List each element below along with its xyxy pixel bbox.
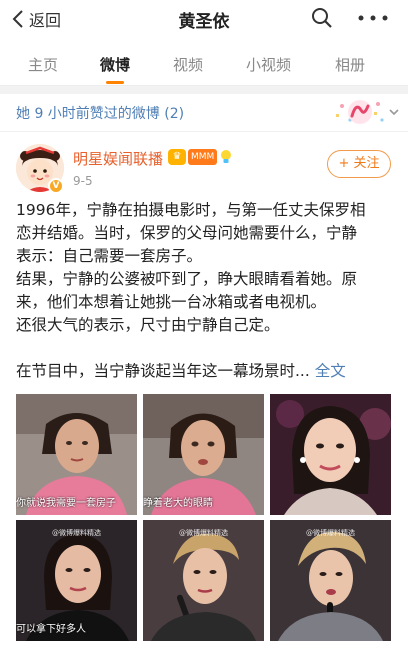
post-text-line: 在节目中，当宁静谈起当年这一幕场景时... 全文: [16, 360, 396, 383]
post-text-line: 来，他们本想着让她挑一台冰箱或者电视机。: [16, 293, 327, 311]
image-caption: 睁着老大的眼睛: [143, 498, 213, 509]
post-image-5[interactable]: @微博爆料精选: [143, 520, 264, 641]
author-name[interactable]: 明星娱闻联播: [73, 148, 163, 169]
liked-posts-bar[interactable]: 她 9 小时前赞过的微博 (2): [0, 94, 408, 132]
image-caption: 你就说我需要一套房子: [16, 498, 116, 509]
page-title: 黄圣依: [178, 12, 230, 32]
post-date: 9-5: [73, 174, 93, 188]
post-image-3[interactable]: [270, 394, 391, 515]
tab-video[interactable]: 视频: [173, 54, 203, 75]
post-text-line: 结果，宁静的公婆被吓到了，睁大眼睛看着她。原: [16, 270, 358, 288]
image-caption: 可以拿下好多人: [16, 624, 86, 635]
image-watermark: @微博爆料精选: [306, 529, 355, 537]
search-icon[interactable]: [311, 7, 333, 29]
post-image-2[interactable]: 睁着老大的眼睛: [143, 394, 264, 515]
liked-posts-label: 她 9 小时前赞过的微博 (2): [16, 106, 185, 122]
post-image-1[interactable]: 你就说我需要一套房子: [16, 394, 137, 515]
active-tab-indicator: [106, 81, 124, 84]
tab-short-video[interactable]: 小视频: [246, 54, 291, 75]
tab-home[interactable]: 主页: [28, 54, 58, 75]
tab-weibo[interactable]: 微博: [100, 54, 130, 75]
chevron-down-icon: [389, 109, 399, 116]
post-text-line: 恋并结婚。当时，保罗的父母问她需要什么，宁静: [16, 224, 358, 242]
vip-badge: MMM: [188, 149, 218, 165]
lightbulb-icon: [221, 150, 232, 163]
full-text-link[interactable]: 全文: [315, 362, 346, 380]
post-body: 1996年，宁静在拍摄电影时，与第一任丈夫保罗相 恋并结婚。当时，保罗的父母问她…: [16, 199, 396, 383]
post-text-line: 1996年，宁静在拍摄电影时，与第一任丈夫保罗相: [16, 201, 366, 219]
post-image-6[interactable]: @微博爆料精选: [270, 520, 391, 641]
tab-album[interactable]: 相册: [335, 54, 365, 75]
image-watermark: @微博爆料精选: [179, 529, 228, 537]
top-navbar: 返回 黄圣依: [0, 0, 408, 40]
verified-badge: V: [48, 178, 64, 194]
author-badges: ♛ MMM: [168, 149, 233, 165]
post-text-line: 表示：自己需要一套房子。: [16, 247, 203, 265]
post-text-last: 在节目中，当宁静谈起当年这一幕场景时...: [16, 362, 310, 380]
decoration-icon: [336, 100, 384, 124]
more-icon[interactable]: [356, 7, 390, 29]
profile-tabs: 主页 微博 视频 小视频 相册: [0, 40, 408, 86]
follow-button[interactable]: + 关注: [327, 150, 391, 178]
crown-icon: ♛: [168, 149, 186, 165]
post-image-4[interactable]: @微博爆料精选 可以拿下好多人: [16, 520, 137, 641]
section-divider: [0, 86, 408, 94]
image-watermark: @微博爆料精选: [52, 529, 101, 537]
post-text-line: 还很大气的表示，尺寸由宁静自己定。: [16, 316, 280, 334]
